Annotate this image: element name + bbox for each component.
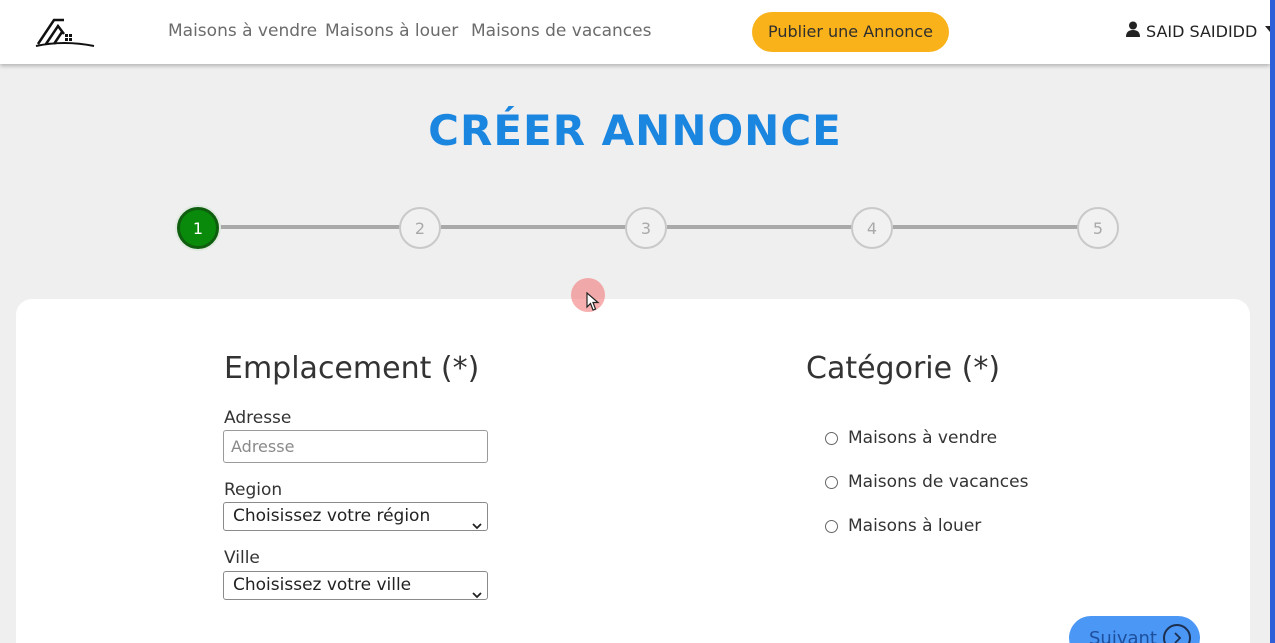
nav-link-for-rent[interactable]: Maisons à louer (325, 21, 458, 41)
house-roof-logo-icon[interactable] (34, 14, 96, 50)
step-connector (667, 225, 852, 229)
chevron-right-icon (1162, 624, 1191, 643)
window-edge (1270, 0, 1275, 643)
address-label: Adresse (224, 408, 292, 428)
region-select[interactable]: Choisissez votre région (223, 502, 488, 531)
publish-listing-button[interactable]: Publier une Annonce (752, 12, 949, 52)
radio-button[interactable] (825, 519, 838, 533)
next-label: Suivant (1089, 627, 1157, 643)
city-select-value: Choisissez votre ville (233, 575, 412, 595)
step-3: 3 (625, 207, 667, 249)
step-1: 1 (177, 207, 219, 249)
radio-option-for-sale[interactable]: Maisons à vendre (825, 428, 997, 448)
city-select[interactable]: Choisissez votre ville (223, 571, 488, 600)
next-button[interactable]: Suivant (1069, 616, 1200, 643)
nav-link-for-sale[interactable]: Maisons à vendre (168, 21, 317, 41)
radio-label: Maisons à louer (848, 516, 982, 536)
nav-link-vacation[interactable]: Maisons de vacances (471, 21, 651, 41)
radio-option-vacation[interactable]: Maisons de vacances (825, 472, 1028, 492)
address-input[interactable] (223, 430, 488, 463)
user-name: SAID SAIDIDD (1146, 21, 1258, 41)
step-5: 5 (1077, 207, 1119, 249)
radio-option-for-rent[interactable]: Maisons à louer (825, 516, 981, 536)
step-connector (893, 225, 1078, 229)
chevron-down-icon (472, 581, 482, 608)
form-card (16, 299, 1250, 643)
radio-label: Maisons à vendre (848, 428, 998, 448)
user-icon (1126, 21, 1140, 41)
mouse-cursor-icon (586, 291, 600, 316)
step-connector (441, 225, 626, 229)
radio-label: Maisons de vacances (848, 472, 1029, 492)
category-section-title: Catégorie (*) (806, 351, 1001, 386)
step-4: 4 (851, 207, 893, 249)
radio-button[interactable] (825, 431, 838, 445)
user-menu-dropdown[interactable]: SAID SAIDIDD (1126, 21, 1275, 41)
region-select-value: Choisissez votre région (233, 506, 431, 526)
region-label: Region (224, 480, 283, 500)
location-section-title: Emplacement (*) (224, 351, 480, 386)
radio-button[interactable] (825, 475, 838, 489)
step-2: 2 (399, 207, 441, 249)
city-label: Ville (224, 548, 260, 568)
step-connector (216, 225, 400, 229)
top-navbar: Maisons à vendre Maisons à louer Maisons… (0, 0, 1275, 64)
chevron-down-icon (472, 512, 482, 539)
